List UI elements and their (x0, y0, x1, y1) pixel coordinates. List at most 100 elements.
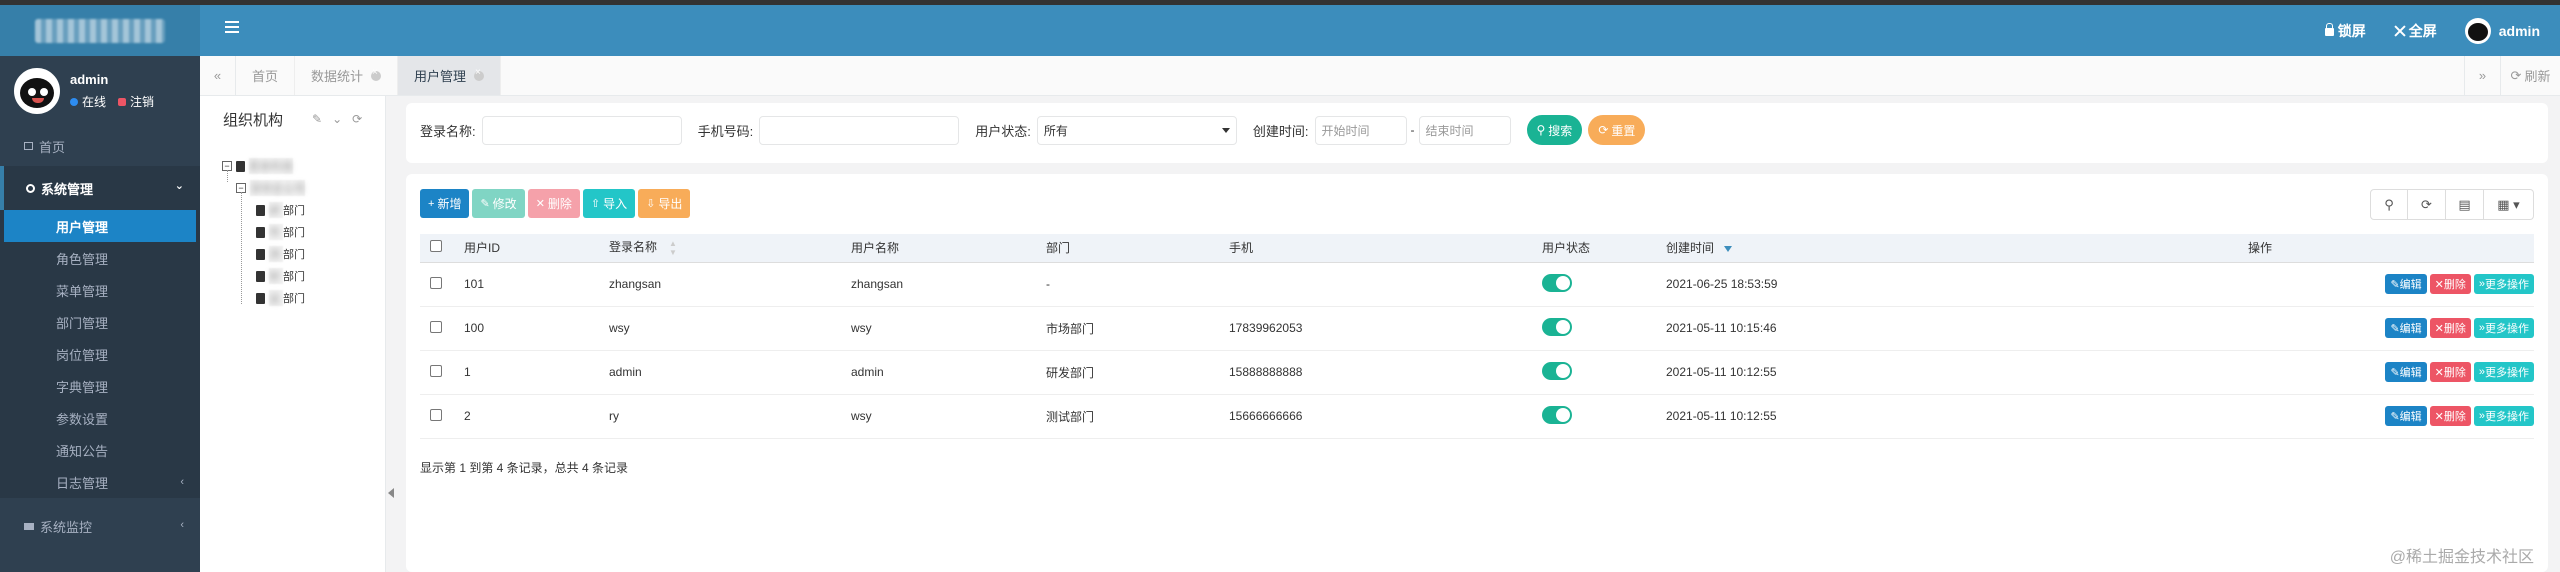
tree-leaf[interactable]: 运部门 (256, 290, 305, 306)
table-row[interactable]: 2 ry wsy 测试部门 15666666666 2021-05-11 10:… (420, 394, 2534, 439)
row-delete-button[interactable]: ✕ 删除 (2429, 274, 2471, 294)
col-user-id[interactable]: 用户ID (464, 234, 609, 263)
col-status[interactable]: 用户状态 (1542, 234, 1666, 263)
col-created[interactable]: 创建时间 (1666, 234, 1986, 263)
col-login-name[interactable]: 登录名称 ▲ ▼ (609, 234, 851, 263)
table-row[interactable]: 1 admin admin 研发部门 15888888888 2021-05-1… (420, 350, 2534, 395)
close-icon[interactable] (371, 67, 382, 81)
export-button[interactable]: ⇩ 导出 (638, 189, 691, 218)
row-delete-button[interactable]: ✕ 删除 (2429, 362, 2471, 382)
sidebar-item-logs[interactable]: 日志管理 ‹ (0, 466, 200, 498)
user-panel: admin 在线 注销 (0, 56, 200, 126)
row-more-button[interactable]: » 更多操作 (2473, 362, 2534, 382)
row-checkbox[interactable] (430, 364, 442, 377)
toggle-search-button[interactable]: ⚲ (2370, 189, 2408, 220)
refresh-icon[interactable]: ⟳ (352, 112, 362, 126)
tab-statistics-label: 数据统计 (311, 69, 364, 84)
collapse-left-icon[interactable] (388, 488, 394, 498)
login-name-input[interactable] (481, 115, 682, 145)
sidebar-item-user-management[interactable]: 用户管理 (4, 210, 196, 242)
sidebar-item-dict-management[interactable]: 字典管理 (0, 370, 200, 402)
table-row[interactable]: 100 wsy wsy 市场部门 17839962053 2021-05-11 … (420, 306, 2534, 351)
add-button[interactable]: + 新增 (420, 189, 470, 218)
tree-root[interactable]: − 若依科技 (222, 158, 293, 174)
sidebar-item-dept-management[interactable]: 部门管理 (0, 306, 200, 338)
row-checkbox[interactable] (430, 408, 442, 421)
col-phone[interactable]: 手机 (1229, 234, 1542, 263)
lock-screen-button[interactable]: 锁屏 (2324, 21, 2366, 41)
chevron-down-icon[interactable]: ⌄ (332, 112, 342, 126)
col-created-label: 创建时间 (1666, 241, 1715, 256)
row-delete-button[interactable]: ✕ 删除 (2429, 406, 2471, 426)
tree-leaf[interactable]: 研部门 (256, 202, 305, 218)
status-select[interactable]: 所有 (1036, 115, 1237, 145)
user-menu[interactable]: admin (2464, 17, 2540, 44)
select-all-checkbox[interactable] (430, 240, 442, 253)
row-more-button[interactable]: » 更多操作 (2473, 318, 2534, 338)
status-toggle[interactable] (1542, 317, 1572, 336)
end-time-input[interactable]: 结束时间 (1418, 115, 1511, 145)
tree-branch[interactable]: − 深圳总公司 (236, 180, 305, 196)
search-button[interactable]: ⚲ 搜索 (1526, 115, 1583, 145)
nav-system[interactable]: 系统管理 ⌄ (0, 166, 200, 210)
row-more-button[interactable]: » 更多操作 (2473, 274, 2534, 294)
nav-monitor[interactable]: 系统监控 ‹ (0, 506, 200, 546)
folder-icon (236, 160, 245, 172)
tree-leaf[interactable]: 测部门 (256, 246, 305, 262)
tab-home[interactable]: 首页 (236, 56, 296, 95)
tab-scroll-left-button[interactable]: « (200, 56, 236, 95)
sidebar-item-params[interactable]: 参数设置 (0, 402, 200, 434)
refresh-button[interactable]: ⟳ 刷新 (2500, 56, 2560, 95)
cell-dept: 研发部门 (1046, 350, 1229, 395)
reset-button[interactable]: ⟳ 重置 (1588, 115, 1646, 145)
tab-user-management[interactable]: 用户管理 (398, 56, 502, 95)
delete-button[interactable]: ✕ 删除 (527, 189, 580, 218)
cell-dept: 市场部门 (1046, 306, 1229, 351)
close-icon[interactable] (474, 67, 485, 81)
row-delete-button[interactable]: ✕ 删除 (2429, 318, 2471, 338)
sidebar-item-notice[interactable]: 通知公告 (0, 434, 200, 466)
status-toggle[interactable] (1542, 405, 1572, 424)
refresh-table-button[interactable]: ⟳ (2408, 189, 2446, 220)
row-checkbox[interactable] (430, 276, 442, 289)
cell-user-id: 2 (464, 394, 609, 439)
col-user-name[interactable]: 用户名称 (851, 234, 1046, 263)
tree-leaf[interactable]: 市部门 (256, 224, 305, 240)
phone-input[interactable] (759, 115, 960, 145)
logo[interactable] (0, 5, 200, 56)
chevron-down-icon: ⌄ (174, 180, 184, 192)
table-row[interactable]: 101 zhangsan zhangsan - 2021-06-25 18:53… (420, 262, 2534, 307)
row-more-button[interactable]: » 更多操作 (2473, 406, 2534, 426)
tab-statistics[interactable]: 数据统计 (295, 56, 399, 95)
status-toggle[interactable] (1542, 361, 1572, 380)
sidebar-item-role-management[interactable]: 角色管理 (0, 242, 200, 274)
columns-button[interactable]: ▦ ▾ (2484, 189, 2534, 220)
edit-button[interactable]: ✎ 修改 (472, 189, 525, 218)
import-button[interactable]: ⇧ 导入 (582, 189, 636, 218)
row-edit-button[interactable]: ✎ 编辑 (2385, 362, 2427, 382)
start-time-input[interactable]: 开始时间 (1314, 115, 1407, 145)
status-toggle[interactable] (1542, 273, 1572, 292)
cell-created: 2021-05-11 10:12:55 (1666, 394, 1986, 439)
row-checkbox[interactable] (430, 320, 442, 333)
nav-home[interactable]: 首页 (0, 126, 200, 166)
fullscreen-button[interactable]: 全屏 (2394, 21, 2437, 41)
row-edit-button[interactable]: ✎ 编辑 (2385, 274, 2427, 294)
sidebar-item-menu-management[interactable]: 菜单管理 (0, 274, 200, 306)
panel-splitter[interactable] (386, 96, 398, 572)
row-edit-button[interactable]: ✎ 编辑 (2385, 406, 2427, 426)
logout-link[interactable]: 注销 (130, 93, 154, 110)
tree-leaf[interactable]: 财部门 (256, 268, 305, 284)
logout-icon[interactable] (118, 97, 127, 106)
double-chevron-right-icon: » (2478, 68, 2487, 83)
file-icon (256, 292, 265, 304)
sidebar-item-post-management[interactable]: 岗位管理 (0, 338, 200, 370)
toggle-view-button[interactable]: ▤ (2446, 189, 2484, 220)
edit-icon[interactable]: ✎ (312, 112, 322, 126)
row-edit-button[interactable]: ✎ 编辑 (2385, 318, 2427, 338)
row-delete-label: 删除 (2443, 279, 2466, 291)
menu-toggle-icon[interactable] (225, 21, 239, 33)
tab-scroll-right-button[interactable]: » (2464, 56, 2500, 95)
col-dept[interactable]: 部门 (1046, 234, 1229, 263)
online-status: 在线 (82, 95, 107, 109)
